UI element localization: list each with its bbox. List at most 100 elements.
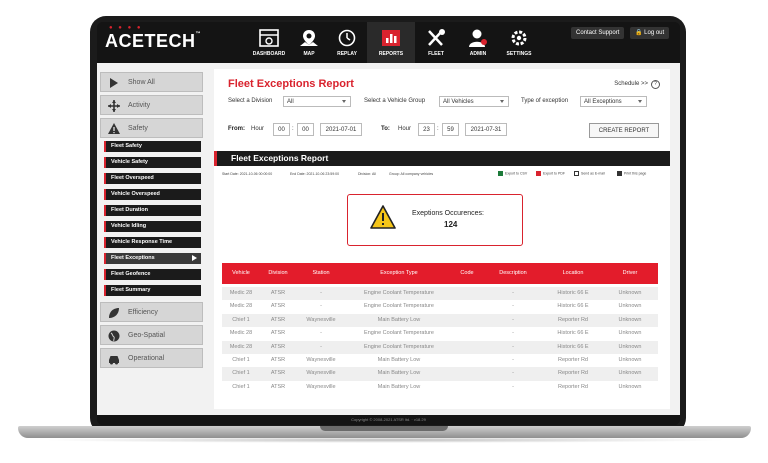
meta-division: Division: All [358,172,376,176]
nav-settings[interactable]: SETTINGS [495,22,543,63]
cell-exception-type: Engine Coolant Temperature [364,290,434,296]
active-arrow-icon [192,255,197,261]
sidebar-group-label: Activity [128,102,151,109]
schedule-link[interactable]: Schedule >>? [614,80,660,89]
cell-code [452,300,482,313]
cell-location: Reporter Rd [558,357,588,363]
table-row[interactable]: Medic 28 ATSR - Engine Coolant Temperatu… [222,300,658,313]
sidebar-item-vehicle-safety[interactable]: Vehicle Safety [104,157,201,168]
cell-exception-type: Main Battery Low [377,370,421,377]
sidebar-item-fleet-duration[interactable]: Fleet Duration [104,205,201,216]
sidebar-group-show-all[interactable]: Show All [100,72,203,92]
from-hour-input[interactable]: 00 [273,123,290,136]
col-division[interactable]: Division [260,263,296,284]
col-description[interactable]: Description [482,263,544,284]
vehicle-group-label: Select a Vehicle Group [364,98,426,104]
meta-end-date: End Date: 2021-10-06 23:59:00 [290,172,340,176]
send-email-button[interactable]: Send as E-mail [574,171,605,176]
nav-reports[interactable]: REPORTS [367,22,415,65]
pdf-icon [536,171,541,176]
cell-station: Waynesville [306,383,336,390]
col-vehicle[interactable]: Vehicle [222,263,260,284]
cell-station: - [320,343,322,350]
print-button[interactable]: Print this page [617,171,646,176]
sidebar-group-safety[interactable]: Safety [100,118,203,138]
export-csv-label: Export to CSV [505,171,528,176]
exception-type-select[interactable]: All Exceptions [580,96,647,107]
to-date-input[interactable]: 2021-07-31 [465,123,507,136]
replay-icon [338,29,356,47]
from-minute-input[interactable]: 00 [297,123,314,136]
acetech-logo[interactable]: ACETECH™ [105,31,201,52]
to-minute-input[interactable]: 59 [442,123,459,136]
sidebar-group-label: Show All [128,79,155,86]
col-driver[interactable]: Driver [602,263,658,284]
table-row[interactable]: Chief 1 ATSR Waynesville Main Battery Lo… [222,354,658,367]
admin-icon [469,29,487,47]
chevron-down-icon [638,100,642,103]
logout-button[interactable]: 🔒 Log out [630,27,670,39]
cell-division: ATSR [270,343,286,350]
sidebar-item-vehicle-overspeed[interactable]: Vehicle Overspeed [104,189,201,200]
from-date-input[interactable]: 2021-07-01 [320,123,362,136]
cell-station: - [320,330,322,337]
nav-settings-label: SETTINGS [506,51,532,57]
exceptions-count: 124 [444,220,458,229]
contact-support-button[interactable]: Contact Support [571,27,625,39]
cell-driver: Unknown [618,303,642,310]
col-exception-type[interactable]: Exception Type [346,263,452,284]
cell-vehicle: Medic 28 [229,330,253,337]
cell-vehicle: Chief 1 [232,357,250,363]
nav-fleet-label: FLEET [428,51,444,57]
cell-code [452,287,482,300]
sidebar-group-operational[interactable]: Operational [100,348,203,368]
app-screen: ● ● ● ● ACETECH™ DASHBOARD MAP REPLAY RE… [97,22,680,425]
help-icon[interactable]: ? [651,80,660,89]
division-select[interactable]: All [283,96,351,107]
cell-description: - [512,343,514,350]
nav-replay[interactable]: REPLAY [323,22,371,63]
table-row[interactable]: Medic 28 ATSR - Engine Coolant Temperatu… [222,327,658,340]
cell-exception-type: Engine Coolant Temperature [364,330,434,337]
mail-icon [574,171,579,176]
leaf-icon [109,308,119,318]
sidebar-item-fleet-overspeed[interactable]: Fleet Overspeed [104,173,201,184]
to-hour-input[interactable]: 23 [418,123,435,136]
vehicle-group-select[interactable]: All Vehicles [439,96,509,107]
col-code[interactable]: Code [452,263,482,284]
table-header: Vehicle Division Station Exception Type … [222,263,658,284]
table-row[interactable]: Medic 28 ATSR - Engine Coolant Temperatu… [222,340,658,354]
create-report-button[interactable]: CREATE REPORT [589,123,659,138]
sidebar-item-vehicle-response-time[interactable]: Vehicle Response Time [104,237,201,248]
sidebar-item-vehicle-idling[interactable]: Vehicle Idling [104,221,201,232]
cell-description: - [512,290,514,296]
table-row[interactable]: Medic 28 ATSR - Engine Coolant Temperatu… [222,287,658,301]
sidebar-group-label: Operational [128,355,165,362]
sidebar-group-geo-spatial[interactable]: Geo-Spatial [100,325,203,345]
sidebar-item-fleet-geofence[interactable]: Fleet Geofence [104,269,201,280]
sidebar-item-fleet-summary[interactable]: Fleet Summary [104,285,201,296]
table-row[interactable]: Chief 1 ATSR Waynesville Main Battery Lo… [222,367,658,381]
col-location[interactable]: Location [544,263,602,284]
col-station[interactable]: Station [296,263,346,284]
export-pdf-button[interactable]: Export to PDF [536,171,565,176]
fleet-icon [428,29,445,46]
page-title: Fleet Exceptions Report [228,78,354,90]
cell-driver: Unknown [618,330,642,337]
cell-vehicle: Chief 1 [232,383,250,390]
exceptions-count-box: Exeptions Occurences: 124 [347,194,523,246]
cell-division: ATSR [270,316,286,323]
cell-station: Waynesville [306,357,336,363]
cell-location: Historic 66 E [557,290,589,296]
sidebar-item-fleet-exceptions[interactable]: Fleet Exceptions [104,253,201,264]
nav-fleet[interactable]: FLEET [412,22,460,63]
table-row[interactable]: Chief 1 ATSR Waynesville Main Battery Lo… [222,381,658,394]
report-section-header: Fleet Exceptions Report [214,151,670,166]
sidebar-item-fleet-safety[interactable]: Fleet Safety [104,141,201,152]
cell-exception-type: Engine Coolant Temperature [364,303,434,310]
table-row[interactable]: Chief 1 ATSR Waynesville Main Battery Lo… [222,313,658,328]
sidebar-group-activity[interactable]: Activity [100,95,203,115]
export-csv-button[interactable]: Export to CSV [498,171,527,176]
sidebar-group-efficiency[interactable]: Efficiency [100,302,203,322]
cell-division: ATSR [270,370,286,377]
